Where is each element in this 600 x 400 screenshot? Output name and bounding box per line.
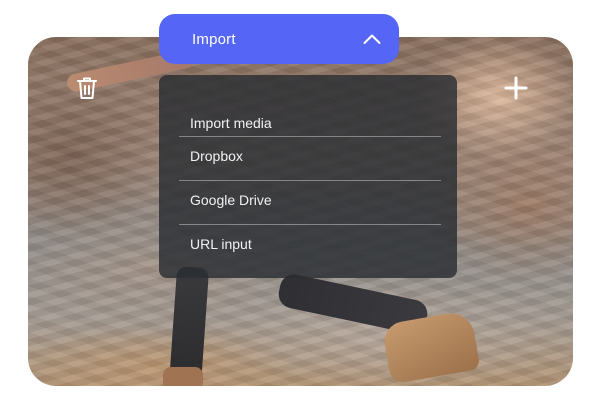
- menu-item-google-drive[interactable]: Google Drive: [179, 181, 441, 225]
- trash-icon[interactable]: [76, 76, 98, 100]
- menu-item-dropbox[interactable]: Dropbox: [179, 137, 441, 181]
- import-button-label: Import: [192, 30, 236, 48]
- import-dropdown-menu: Import media Dropbox Google Drive URL in…: [159, 75, 457, 278]
- import-button[interactable]: Import: [159, 14, 399, 64]
- chevron-up-icon: [363, 34, 381, 44]
- menu-item-import-media[interactable]: Import media: [179, 105, 441, 137]
- hiker-left-boot: [163, 367, 203, 386]
- plus-icon[interactable]: [504, 76, 528, 100]
- import-widget: Import Import media Dropbox Google Drive…: [0, 0, 600, 400]
- menu-item-url-input[interactable]: URL input: [179, 225, 441, 269]
